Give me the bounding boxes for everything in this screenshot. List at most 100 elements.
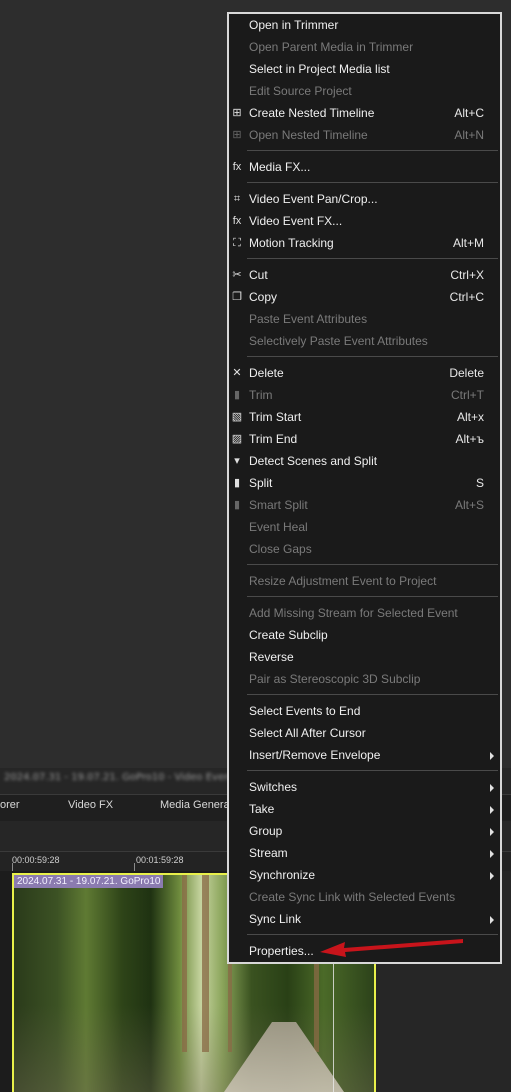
menu-item-shortcut: Alt+S (454, 498, 484, 512)
menu-item-event-heal: Event Heal (229, 516, 500, 538)
menu-item-take[interactable]: Take (229, 798, 500, 820)
trim-end-icon: ▨ (231, 433, 243, 445)
menu-item-shortcut: Alt+x (456, 410, 484, 424)
menu-item-shortcut: Alt+N (454, 128, 484, 142)
menu-item-label: Copy (249, 290, 278, 304)
cut-icon: ✂ (232, 269, 242, 281)
status-text: 2024.07.31 - 19.07.21. GoPro10 - Video E… (4, 772, 251, 783)
menu-item-open-in-trimmer[interactable]: Open in Trimmer (229, 14, 500, 36)
menu-item-sync-link[interactable]: Sync Link (229, 908, 500, 930)
ruler-label: 00:00:59:28 (12, 855, 60, 865)
menu-separator (247, 694, 498, 695)
menu-item-add-missing-stream-for-selected-event: Add Missing Stream for Selected Event (229, 602, 500, 624)
menu-item-smart-split: ▮ Smart Split Alt+S (229, 494, 500, 516)
menu-item-shortcut: Ctrl+X (450, 268, 484, 282)
menu-item-media-fx[interactable]: fx Media FX... (229, 156, 500, 178)
menu-item-group[interactable]: Group (229, 820, 500, 842)
submenu-arrow-icon (490, 784, 494, 792)
thumbnail-detail (202, 875, 209, 1052)
menu-item-create-nested-timeline[interactable]: ⊞ Create Nested Timeline Alt+C (229, 102, 500, 124)
menu-item-copy[interactable]: ❐ Copy Ctrl+C (229, 286, 500, 308)
menu-item-label: Group (249, 824, 283, 838)
menu-item-shortcut: Alt+ъ (455, 432, 484, 446)
menu-item-label: Paste Event Attributes (249, 312, 368, 326)
menu-item-label: Resize Adjustment Event to Project (249, 574, 437, 588)
annotation-arrow-icon (320, 939, 463, 957)
motion-tracking-icon: ⛶ (233, 237, 241, 249)
submenu-arrow-icon (490, 872, 494, 880)
menu-item-label: Trim Start (249, 410, 302, 424)
menu-item-open-nested-timeline: ⊞ Open Nested Timeline Alt+N (229, 124, 500, 146)
menu-item-label: Select in Project Media list (249, 62, 390, 76)
menu-item-label: Event Heal (249, 520, 308, 534)
tab-video-fx[interactable]: Video FX (68, 799, 113, 811)
tab-media-generators[interactable]: Media Genera (160, 799, 230, 811)
clip-label: 2024.07.31 - 19.07.21. GoPro10 (14, 875, 164, 888)
menu-item-label: Cut (249, 268, 268, 282)
menu-item-detect-scenes-and-split[interactable]: ▾ Detect Scenes and Split (229, 450, 500, 472)
menu-item-label: Motion Tracking (249, 236, 334, 250)
menu-item-label: Add Missing Stream for Selected Event (249, 606, 458, 620)
submenu-arrow-icon (490, 850, 494, 858)
menu-item-label: Create Nested Timeline (249, 106, 375, 120)
tab-explorer[interactable]: orer (0, 799, 20, 811)
menu-item-selectively-paste-event-attributes: Selectively Paste Event Attributes (229, 330, 500, 352)
menu-item-cut[interactable]: ✂ Cut Ctrl+X (229, 264, 500, 286)
menu-item-label: Delete (249, 366, 284, 380)
menu-item-trim: ▮ Trim Ctrl+T (229, 384, 500, 406)
menu-item-label: Reverse (249, 650, 294, 664)
submenu-arrow-icon (490, 916, 494, 924)
submenu-arrow-icon (490, 806, 494, 814)
menu-item-select-all-after-cursor[interactable]: Select All After Cursor (229, 722, 500, 744)
menu-item-open-parent-media-in-trimmer: Open Parent Media in Trimmer (229, 36, 500, 58)
menu-item-delete[interactable]: ✕ Delete Delete (229, 362, 500, 384)
menu-item-label: Select All After Cursor (249, 726, 366, 740)
menu-item-select-in-project-media-list[interactable]: Select in Project Media list (229, 58, 500, 80)
menu-item-label: Split (249, 476, 273, 490)
open-nested-timeline-icon: ⊞ (232, 129, 242, 141)
menu-item-label: Create Subclip (249, 628, 328, 642)
menu-item-reverse[interactable]: Reverse (229, 646, 500, 668)
menu-item-label: Insert/Remove Envelope (249, 748, 381, 762)
menu-item-label: Edit Source Project (249, 84, 352, 98)
menu-item-switches[interactable]: Switches (229, 776, 500, 798)
menu-item-label: Detect Scenes and Split (249, 454, 378, 468)
delete-icon: ✕ (232, 367, 242, 379)
menu-item-label: Open Parent Media in Trimmer (249, 40, 414, 54)
menu-item-resize-adjustment-event-to-project: Resize Adjustment Event to Project (229, 570, 500, 592)
menu-item-shortcut: Delete (449, 366, 484, 380)
menu-item-motion-tracking[interactable]: ⛶ Motion Tracking Alt+M (229, 232, 500, 254)
menu-item-label: Trim End (249, 432, 298, 446)
menu-item-create-subclip[interactable]: Create Subclip (229, 624, 500, 646)
menu-item-video-event-pan-crop[interactable]: ⌗ Video Event Pan/Crop... (229, 188, 500, 210)
menu-separator (247, 564, 498, 565)
menu-item-label: Create Sync Link with Selected Events (249, 890, 456, 904)
menu-item-label: Synchronize (249, 868, 316, 882)
menu-item-synchronize[interactable]: Synchronize (229, 864, 500, 886)
menu-item-close-gaps: Close Gaps (229, 538, 500, 560)
menu-separator (247, 356, 498, 357)
menu-item-label: Trim (249, 388, 273, 402)
menu-item-video-event-fx[interactable]: fx Video Event FX... (229, 210, 500, 232)
menu-item-label: Open Nested Timeline (249, 128, 368, 142)
menu-item-label: Switches (249, 780, 298, 794)
menu-item-trim-end[interactable]: ▨ Trim End Alt+ъ (229, 428, 500, 450)
menu-item-label: Select Events to End (249, 704, 361, 718)
trim-icon: ▮ (233, 389, 241, 401)
menu-separator (247, 150, 498, 151)
menu-item-create-sync-link-with-selected-events: Create Sync Link with Selected Events (229, 886, 500, 908)
menu-item-select-events-to-end[interactable]: Select Events to End (229, 700, 500, 722)
menu-item-shortcut: Ctrl+C (449, 290, 484, 304)
menu-item-trim-start[interactable]: ▧ Trim Start Alt+x (229, 406, 500, 428)
submenu-arrow-icon (490, 752, 494, 760)
menu-item-shortcut: Ctrl+T (451, 388, 484, 402)
menu-item-split[interactable]: ▮ Split S (229, 472, 500, 494)
smart-split-icon: ▮ (233, 499, 241, 511)
video-event-fx-icon: fx (232, 215, 242, 227)
menu-item-label: Close Gaps (249, 542, 312, 556)
menu-item-paste-event-attributes: Paste Event Attributes (229, 308, 500, 330)
split-icon: ▮ (233, 477, 241, 489)
menu-item-stream[interactable]: Stream (229, 842, 500, 864)
menu-item-insert-remove-envelope[interactable]: Insert/Remove Envelope (229, 744, 500, 766)
menu-item-label: Video Event Pan/Crop... (249, 192, 378, 206)
